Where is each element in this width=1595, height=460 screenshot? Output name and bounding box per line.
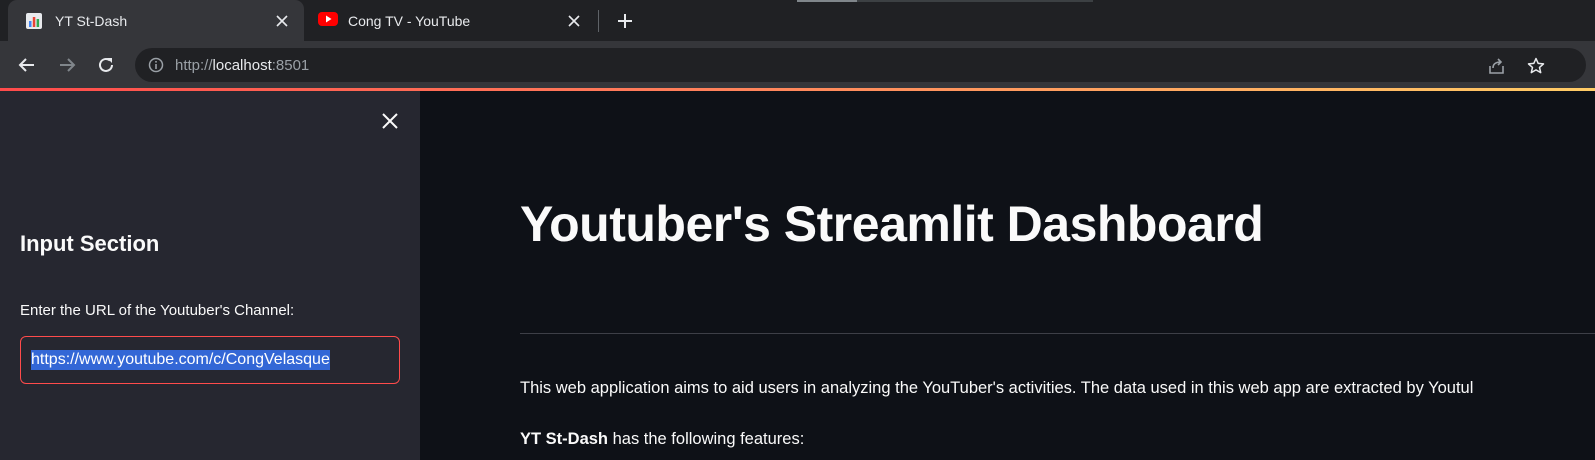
sidebar: Input Section Enter the URL of the Youtu…: [0, 91, 420, 460]
features-heading: YT St-Dash has the following features:: [520, 430, 804, 449]
close-tab-icon[interactable]: [272, 11, 292, 31]
info-icon[interactable]: [147, 56, 165, 74]
tab-title: YT St-Dash: [55, 12, 128, 29]
main-content: Youtuber's Streamlit Dashboard This web …: [420, 91, 1595, 460]
share-icon[interactable]: [1486, 55, 1508, 77]
close-sidebar-button[interactable]: [378, 109, 402, 133]
tab-yt-st-dash[interactable]: YT St-Dash: [8, 0, 304, 41]
sidebar-heading: Input Section: [20, 231, 160, 256]
youtube-icon: [318, 11, 338, 30]
channel-url-value: https://www.youtube.com/c/CongVelasque: [31, 350, 330, 370]
reload-icon: [99, 57, 113, 72]
forward-button[interactable]: [53, 51, 81, 79]
channel-url-input[interactable]: https://www.youtube.com/c/CongVelasque: [20, 336, 400, 384]
app-name: YT St-Dash: [520, 430, 609, 448]
arrow-left-icon: [18, 58, 34, 72]
plus-icon: [618, 14, 632, 28]
features-text: has the following features:: [608, 430, 805, 448]
tab-title: Cong TV - YouTube: [348, 12, 471, 29]
bookmark-star-icon[interactable]: [1525, 55, 1547, 77]
reload-button[interactable]: [92, 51, 120, 79]
back-button[interactable]: [13, 51, 41, 79]
browser-tabstrip: YT St-Dash Cong TV - YouTube: [0, 0, 1595, 41]
bar-chart-icon: [25, 12, 43, 30]
close-tab-icon[interactable]: [564, 11, 584, 31]
divider: [520, 333, 1595, 334]
new-tab-button[interactable]: [612, 8, 638, 34]
close-icon: [382, 113, 398, 129]
address-bar[interactable]: http://localhost:8501: [135, 48, 1586, 82]
page-title: Youtuber's Streamlit Dashboard: [520, 196, 1264, 252]
window-drag-area-highlight: [797, 0, 857, 2]
intro-paragraph: This web application aims to aid users i…: [520, 379, 1474, 397]
channel-url-label: Enter the URL of the Youtuber's Channel:: [20, 302, 295, 319]
url-text: http://localhost:8501: [175, 56, 310, 74]
tab-cong-tv-youtube[interactable]: Cong TV - YouTube: [306, 0, 596, 41]
tab-separator: [598, 10, 599, 32]
browser-toolbar: http://localhost:8501: [0, 41, 1595, 88]
arrow-right-icon: [60, 58, 76, 72]
